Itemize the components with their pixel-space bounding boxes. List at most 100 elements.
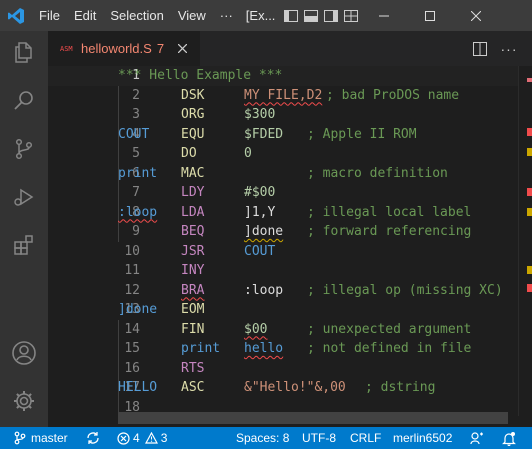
code-opcode: JSR [181, 243, 205, 259]
code-operand: #$00 [244, 185, 276, 200]
code-line[interactable]: 10 JSR COUT [48, 242, 518, 262]
code-line[interactable]: 11 INY [48, 261, 518, 281]
code-line[interactable]: 12 BRA:loop ; illegal op (missing XC) [48, 281, 518, 301]
code-line[interactable]: 5 DO 0 [48, 144, 518, 164]
line-number: 9 [132, 224, 140, 239]
language-mode-status[interactable]: merlin6502 [393, 427, 452, 449]
title-bar: File Edit Selection View ··· [Ex... [0, 0, 532, 31]
code-operand: COUT [244, 243, 276, 259]
notifications-bell-icon[interactable] [502, 427, 516, 449]
menu-view[interactable]: View [171, 0, 213, 31]
code-line[interactable]: 13]done EOM [48, 300, 518, 320]
code-opcode: RTS [181, 360, 205, 376]
code-operand: &"Hello!"&,00 [244, 380, 346, 395]
warning-marker [527, 208, 532, 216]
line-number: 3 [132, 107, 140, 122]
code-line[interactable]: 1 *** Hello Example *** [48, 66, 518, 86]
feedback-icon[interactable] [470, 427, 484, 449]
source-control-icon[interactable] [0, 127, 48, 171]
code-line[interactable]: 9 BEQ]done ; forward referencing [48, 222, 518, 242]
error-marker [527, 284, 532, 292]
code-opcode: DO [181, 146, 197, 161]
problems-status[interactable]: 4 3 [117, 427, 167, 449]
code-line[interactable]: 7 LDY #$00 [48, 183, 518, 203]
overview-ruler[interactable] [518, 66, 532, 416]
code-opcode: EOM [181, 302, 205, 317]
code-opcode: FIN [181, 321, 205, 337]
tab-helloworld[interactable]: ASM helloworld.S 7 [48, 31, 200, 66]
code-line[interactable]: 6 print MAC; macro definition [48, 164, 518, 184]
menu-more-icon[interactable]: ··· [213, 0, 240, 31]
settings-gear-icon[interactable] [0, 379, 48, 423]
line-number: 16 [124, 360, 140, 376]
toggle-panel-icon[interactable] [301, 0, 321, 31]
sync-icon[interactable] [86, 427, 100, 449]
code-line[interactable]: 14 FIN $00 ; unexpected argument [48, 320, 518, 340]
code-comment: ; macro definition [307, 165, 448, 181]
warning-marker [527, 266, 532, 274]
extensions-icon[interactable] [0, 223, 48, 267]
code-comment: ; bad ProDOS name [326, 87, 460, 103]
code-line[interactable]: 16 RTS [48, 359, 518, 379]
status-bar: master 4 3 Spaces: 8 UTF-8 CRLF merlin65… [0, 427, 532, 449]
menu-selection[interactable]: Selection [103, 0, 170, 31]
toggle-secondary-sidebar-icon[interactable] [321, 0, 341, 31]
code-line[interactable]: 17 HELLO ASC &"Hello!"&,00; dstring [48, 378, 518, 398]
code-line[interactable]: 15 print hello ; not defined in file [48, 339, 518, 359]
menu-file[interactable]: File [32, 0, 67, 31]
code-line[interactable]: 3 ORG $300 [48, 105, 518, 125]
error-marker [527, 188, 532, 196]
run-debug-icon[interactable] [0, 175, 48, 219]
account-icon[interactable] [0, 331, 48, 375]
code-editor[interactable]: 1 *** Hello Example *** 2 DSK MY FILE,D2; ba… [48, 66, 518, 416]
code-operand: $300 [244, 107, 276, 122]
code-line[interactable]: 4 COUT EQU $FDED; Apple II ROM [48, 125, 518, 145]
code-opcode: ASC [181, 380, 205, 395]
asm-file-icon: ASM [60, 44, 73, 53]
line-number: 5 [132, 146, 140, 161]
eol-status[interactable]: CRLF [350, 427, 381, 449]
code-opcode: ORG [181, 107, 205, 122]
search-icon[interactable] [0, 79, 48, 123]
code-label: COUT [118, 126, 150, 142]
code-operand: MY FILE,D2 [244, 87, 323, 103]
window-title: [Ex... [245, 8, 276, 23]
line-number: 7 [132, 185, 140, 200]
code-comment: ; illegal local label [307, 204, 472, 220]
code-comment: ; unexpected argument [307, 321, 472, 337]
encoding-status[interactable]: UTF-8 [302, 427, 336, 449]
customize-layout-icon[interactable] [341, 0, 361, 31]
toggle-primary-sidebar-icon[interactable] [281, 0, 301, 31]
indentation-status[interactable]: Spaces: 8 [236, 427, 289, 449]
warning-marker [527, 148, 532, 156]
tab-filename: helloworld.S [81, 41, 152, 56]
error-marker [527, 128, 532, 136]
line-number: 10 [124, 243, 140, 259]
more-actions-icon[interactable]: ··· [498, 31, 520, 66]
code-comment: ; not defined in file [307, 341, 472, 356]
vscode-logo-icon [0, 0, 32, 31]
code-operand: $FDED [244, 126, 284, 142]
close-window-icon[interactable] [453, 0, 499, 31]
code-opcode: LDA [181, 204, 205, 220]
code-line[interactable]: 8:loop LDA]1,Y; illegal local label [48, 203, 518, 223]
code-operand: :loop [244, 282, 284, 298]
minimize-icon[interactable] [361, 0, 407, 31]
code-opcode: BEQ [181, 224, 205, 239]
code-opcode: BRA [181, 282, 205, 298]
close-tab-icon[interactable] [174, 41, 190, 57]
horizontal-scrollbar[interactable] [118, 412, 508, 424]
code-comment: ; illegal op (missing XC) [307, 282, 503, 298]
code-opcode: INY [181, 263, 205, 278]
code-opcode: DSK [181, 87, 205, 103]
code-opcode: LDY [181, 185, 205, 200]
code-comment: ; Apple II ROM [307, 126, 417, 142]
branch-status[interactable]: master [14, 427, 68, 449]
code-line[interactable]: 2 DSK MY FILE,D2; bad ProDOS name [48, 86, 518, 106]
line-number: 14 [124, 321, 140, 337]
split-editor-icon[interactable] [469, 31, 491, 66]
maximize-icon[interactable] [407, 0, 453, 31]
line-number: 11 [124, 263, 140, 278]
menu-edit[interactable]: Edit [67, 0, 103, 31]
explorer-icon[interactable] [0, 31, 48, 75]
